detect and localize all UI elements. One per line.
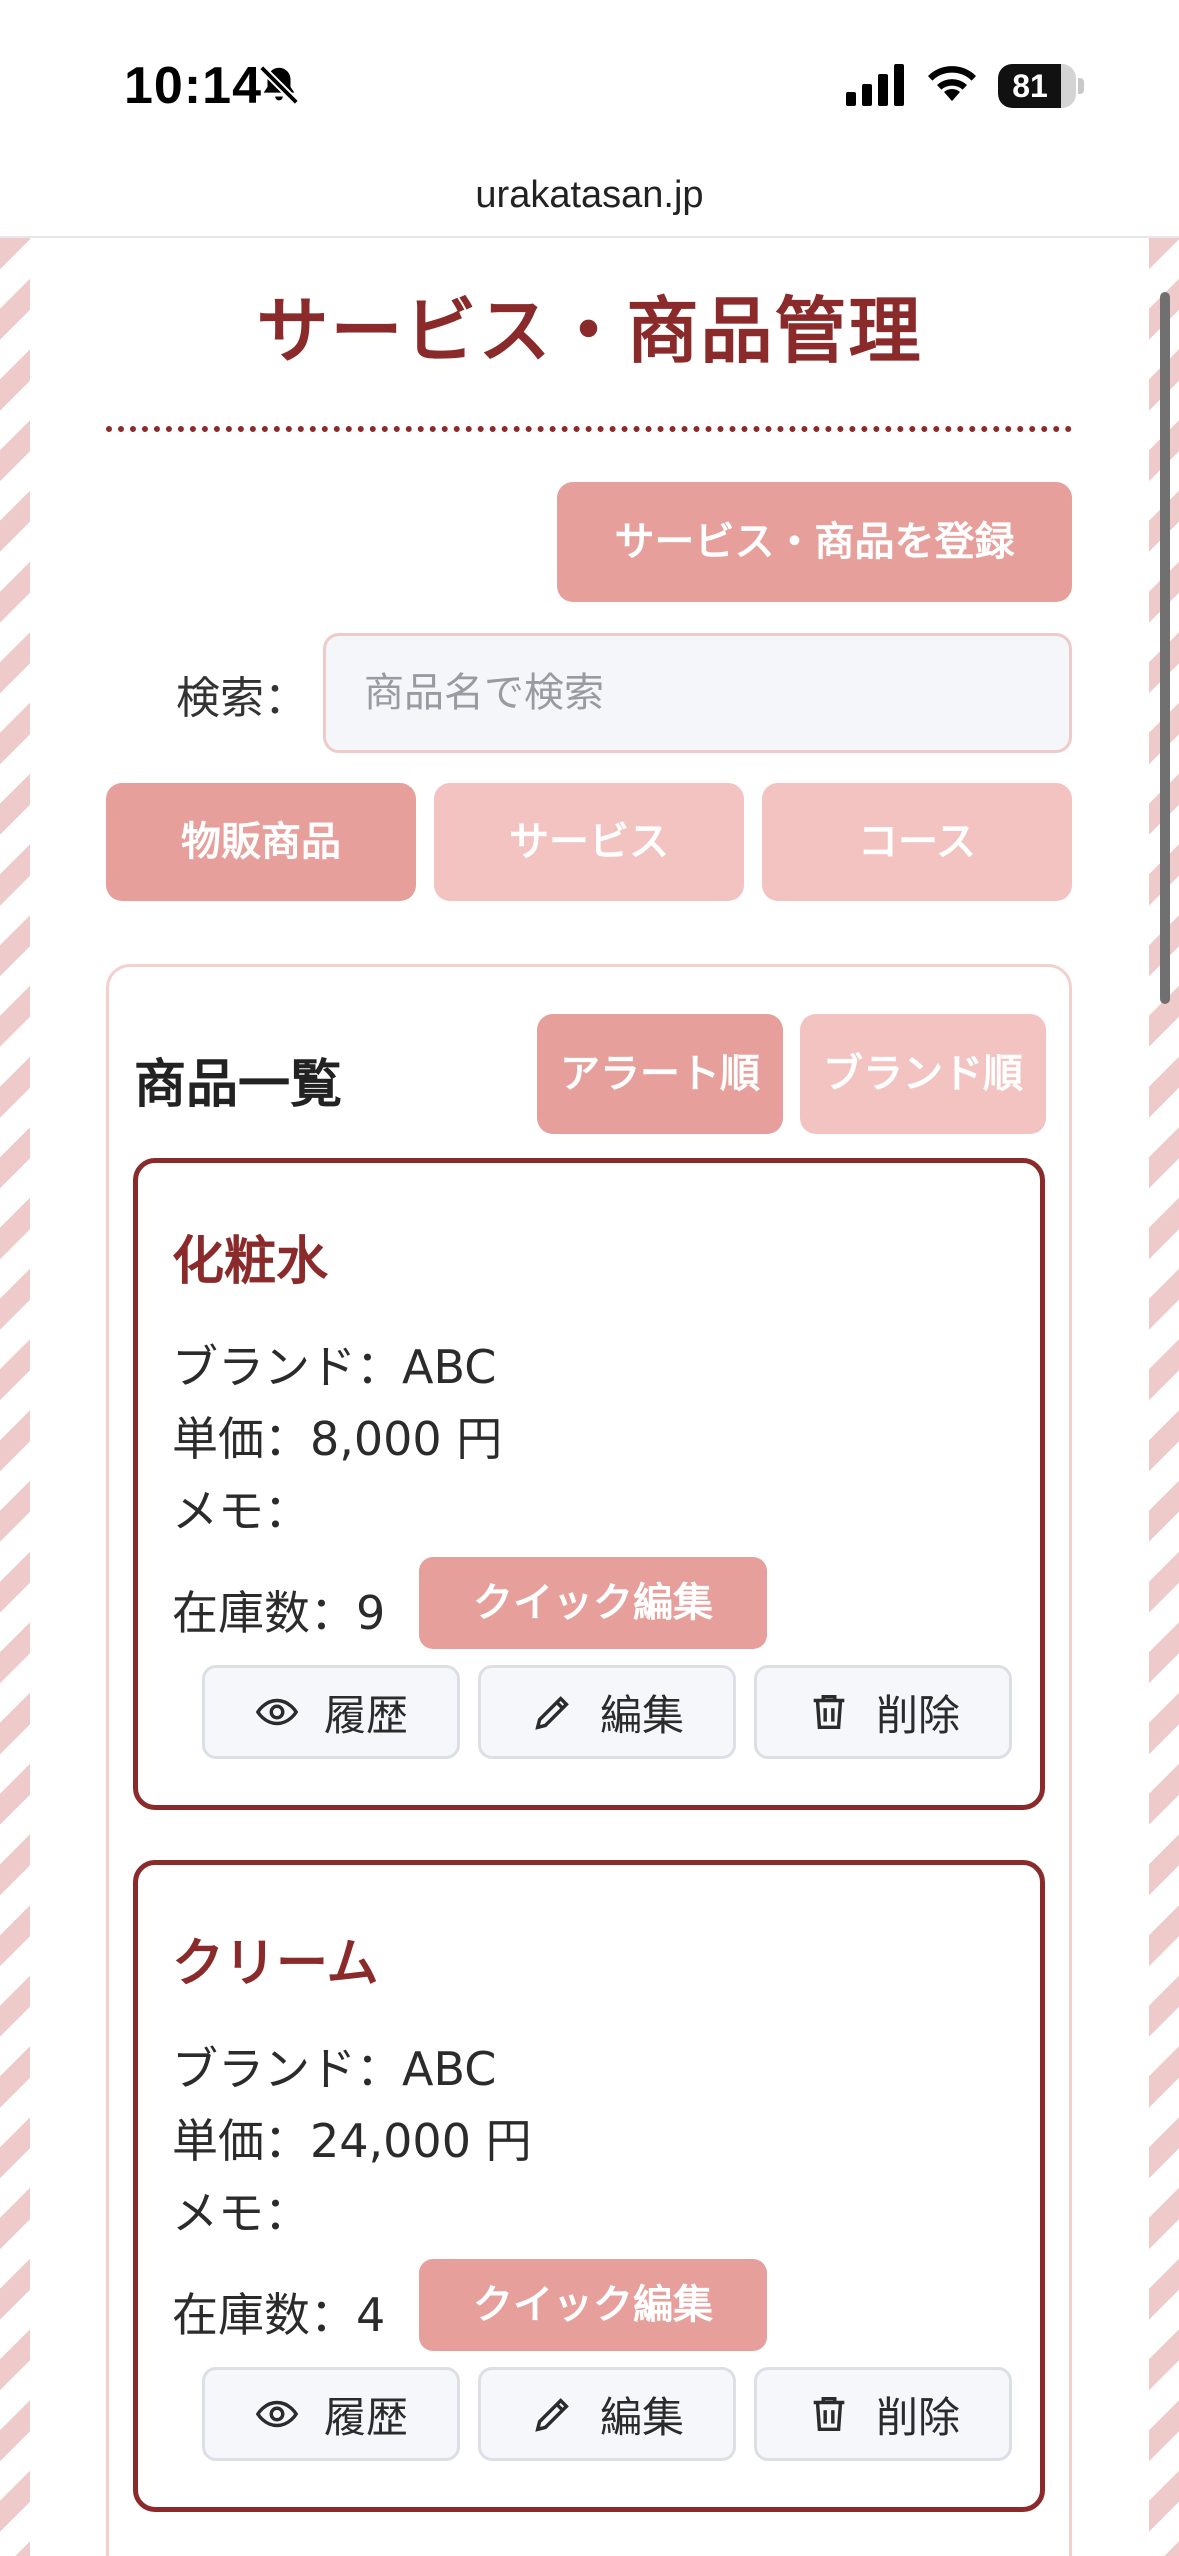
edit-button[interactable]: 編集 xyxy=(478,2367,736,2461)
tab-courses[interactable]: コース xyxy=(762,783,1072,901)
product-price: 単価：8,000 円 xyxy=(172,1412,503,1466)
tab-products[interactable]: 物販商品 xyxy=(106,783,416,901)
status-time: 10:14 xyxy=(124,57,262,115)
url-bar[interactable]: urakatasan.jp xyxy=(0,160,1179,238)
product-list-title: 商品一覧 xyxy=(134,1055,343,1115)
search-label: 検索： xyxy=(176,673,308,724)
history-label: 履歴 xyxy=(323,1690,408,1740)
product-card: クリーム ブランド：ABC 単価：24,000 円 メモ： 在庫数：4 クイック… xyxy=(133,1860,1045,2512)
edit-label: 編集 xyxy=(599,2392,684,2442)
scrollbar[interactable] xyxy=(1160,292,1170,1004)
delete-button[interactable]: 削除 xyxy=(754,1665,1012,1759)
edit-button[interactable]: 編集 xyxy=(478,1665,736,1759)
history-label: 履歴 xyxy=(323,2392,408,2442)
product-memo: メモ： xyxy=(172,2186,310,2240)
history-button[interactable]: 履歴 xyxy=(202,2367,460,2461)
eye-icon xyxy=(255,2400,299,2428)
product-name: 化粧水 xyxy=(172,1232,329,1292)
product-brand: ブランド：ABC xyxy=(172,2042,497,2096)
bell-slash-icon xyxy=(259,65,299,105)
title-divider xyxy=(106,426,1072,432)
status-bar: 10:14 81 xyxy=(0,0,1179,160)
product-name: クリーム xyxy=(172,1934,379,1994)
delete-button[interactable]: 削除 xyxy=(754,2367,1012,2461)
sort-alert-button[interactable]: アラート順 xyxy=(537,1014,783,1134)
pencil-icon xyxy=(535,2398,569,2432)
register-button[interactable]: サービス・商品を登録 xyxy=(557,482,1072,602)
quick-edit-button[interactable]: クイック編集 xyxy=(419,1557,767,1649)
trash-icon xyxy=(813,1694,845,1730)
trash-icon xyxy=(813,2396,845,2432)
product-price: 単価：24,000 円 xyxy=(172,2114,532,2168)
pencil-icon xyxy=(535,1696,569,1730)
battery-nub xyxy=(1078,78,1084,94)
product-stock: 在庫数：4 xyxy=(172,2288,386,2342)
battery-level: 81 xyxy=(1012,68,1048,104)
product-memo: メモ： xyxy=(172,1484,310,1538)
product-stock: 在庫数：9 xyxy=(172,1586,386,1640)
edit-label: 編集 xyxy=(599,1690,684,1740)
eye-icon xyxy=(255,1698,299,1726)
left-stripe-border xyxy=(0,238,30,2556)
page-title: サービス・商品管理 xyxy=(256,289,923,373)
product-brand: ブランド：ABC xyxy=(172,1340,497,1394)
battery-icon: 81 xyxy=(998,64,1076,108)
cellular-signal-icon xyxy=(846,64,904,106)
tab-services[interactable]: サービス xyxy=(434,783,744,901)
history-button[interactable]: 履歴 xyxy=(202,1665,460,1759)
quick-edit-button[interactable]: クイック編集 xyxy=(419,2259,767,2351)
delete-label: 削除 xyxy=(875,2392,960,2442)
sort-brand-button[interactable]: ブランド順 xyxy=(800,1014,1046,1134)
delete-label: 削除 xyxy=(875,1690,960,1740)
wifi-icon xyxy=(928,66,976,101)
search-input[interactable] xyxy=(323,633,1072,753)
product-card: 化粧水 ブランド：ABC 単価：8,000 円 メモ： 在庫数：9 クイック編集… xyxy=(133,1158,1045,1810)
